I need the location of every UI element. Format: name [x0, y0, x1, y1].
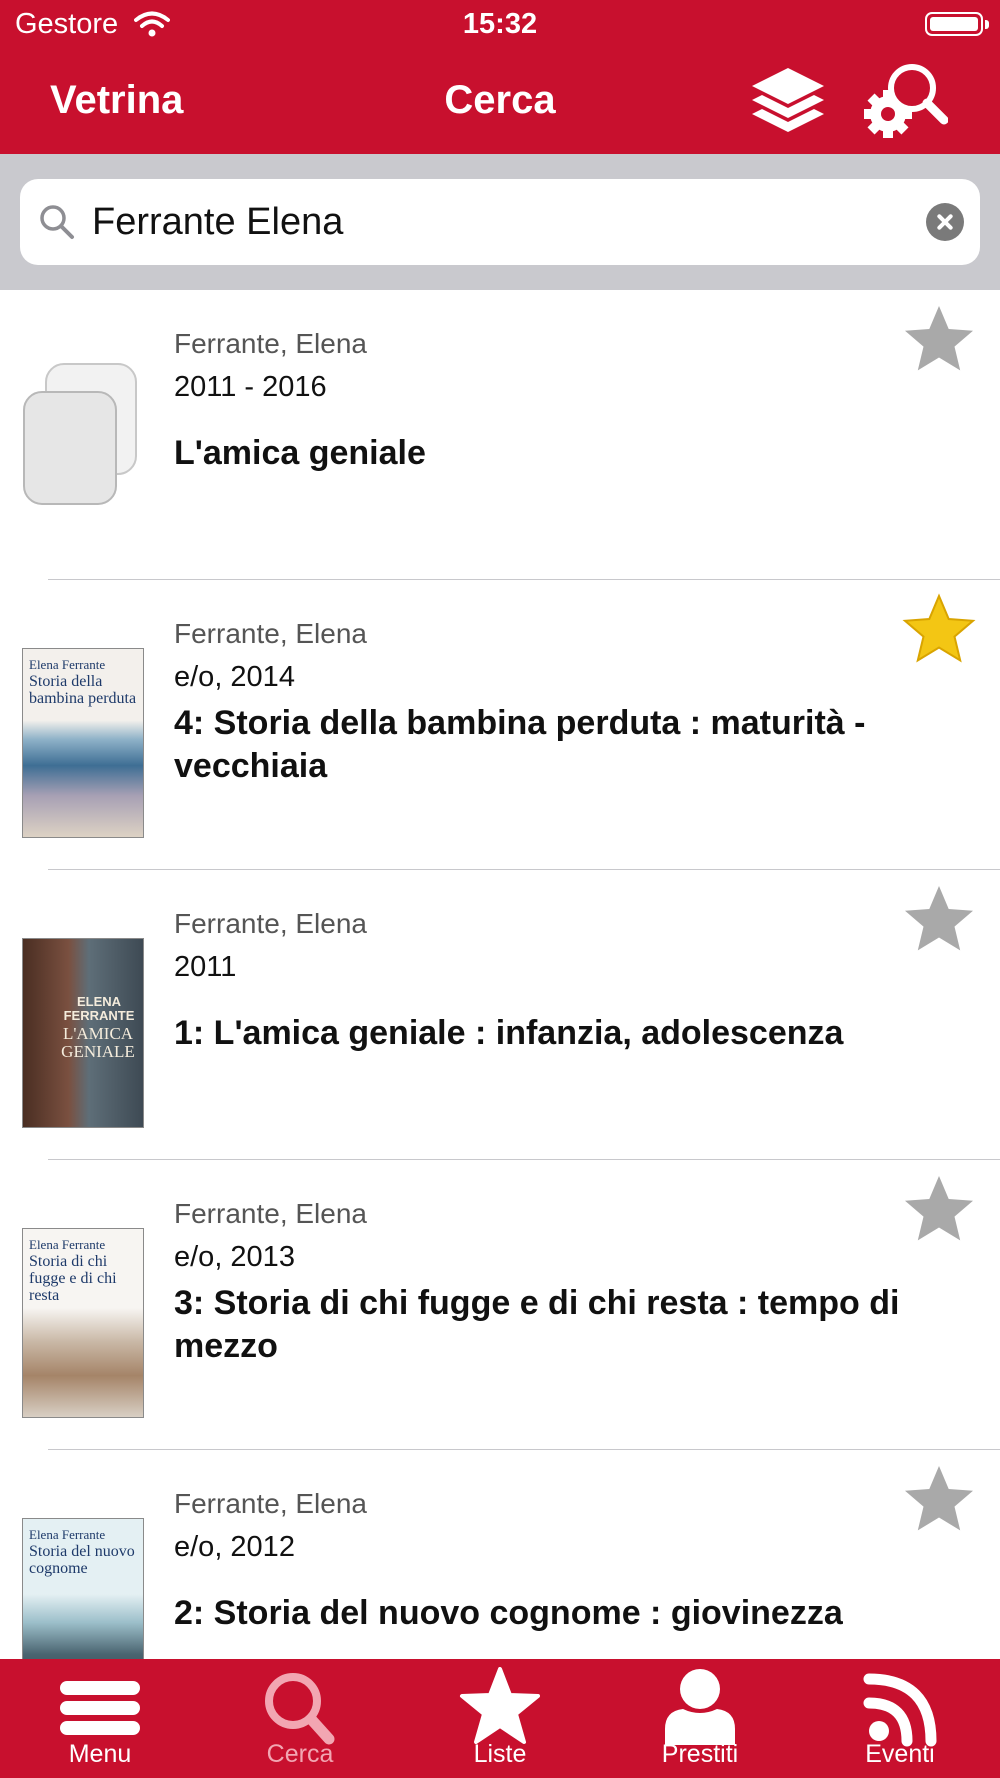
navigation-bar: Vetrina Cerca: [0, 50, 1000, 154]
status-bar: Gestore 15:32: [0, 0, 1000, 50]
result-author: Ferrante, Elena: [174, 1198, 367, 1229]
tab-label: Liste: [473, 1740, 527, 1768]
tab-liste[interactable]: Liste: [400, 1659, 600, 1778]
favorite-star-icon[interactable]: [900, 882, 978, 960]
tab-bar: Menu Cerca Liste Prestiti Eventi: [0, 1659, 1000, 1778]
result-title: 4: Storia della bambina perduta : maturi…: [174, 704, 866, 785]
search-field[interactable]: Ferrante Elena: [20, 179, 980, 265]
result-author: Ferrante, Elena: [174, 328, 367, 359]
favorite-star-icon[interactable]: [900, 302, 978, 380]
tab-label: Cerca: [266, 1740, 334, 1768]
result-publication: 2011: [174, 951, 237, 983]
result-author: Ferrante, Elena: [174, 1488, 367, 1519]
list-item[interactable]: Elena Ferrante Storia del nuovo cognome …: [0, 1450, 1000, 1659]
search-bar: Ferrante Elena: [0, 154, 1000, 290]
tab-cerca[interactable]: Cerca: [200, 1659, 400, 1778]
gear-search-icon[interactable]: [862, 60, 948, 146]
result-author: Ferrante, Elena: [174, 618, 367, 649]
result-publication: e/o, 2014: [174, 661, 295, 693]
battery-icon: [925, 12, 989, 36]
result-title: 3: Storia di chi fugge e di chi resta : …: [174, 1284, 900, 1365]
result-publication: e/o, 2012: [174, 1531, 295, 1563]
list-item[interactable]: ELENA FERRANTE L'AMICA GENIALE Ferrante,…: [0, 870, 1000, 1160]
tab-label: Eventi: [865, 1740, 935, 1768]
menu-icon: [60, 1681, 140, 1735]
rss-icon: [863, 1673, 937, 1747]
clear-icon[interactable]: [926, 203, 964, 241]
list-item[interactable]: Elena Ferrante Storia della bambina perd…: [0, 580, 1000, 870]
page-title: Cerca: [444, 78, 556, 122]
search-input[interactable]: Ferrante Elena: [92, 201, 343, 244]
favorite-star-icon[interactable]: [900, 1172, 978, 1250]
book-cover: ELENA FERRANTE L'AMICA GENIALE: [22, 938, 144, 1128]
person-icon: [665, 1669, 735, 1745]
tab-menu[interactable]: Menu: [0, 1659, 200, 1778]
result-title: L'amica geniale: [174, 434, 426, 472]
star-icon: [460, 1667, 540, 1744]
list-item[interactable]: Ferrante, Elena 2011 - 2016 L'amica geni…: [0, 290, 1000, 580]
result-title: 1: L'amica geniale : infanzia, adolescen…: [174, 1014, 844, 1052]
tab-eventi[interactable]: Eventi: [800, 1659, 1000, 1778]
search-icon: [265, 1673, 335, 1745]
tab-prestiti[interactable]: Prestiti: [600, 1659, 800, 1778]
favorite-star-icon[interactable]: [900, 592, 978, 670]
result-publication: e/o, 2013: [174, 1241, 295, 1273]
book-cover: Elena Ferrante Storia della bambina perd…: [22, 648, 144, 838]
result-title: 2: Storia del nuovo cognome : giovinezza: [174, 1594, 843, 1632]
tab-label: Menu: [68, 1740, 132, 1768]
book-cover: Elena Ferrante Storia del nuovo cognome: [22, 1518, 144, 1659]
search-icon: [40, 205, 74, 239]
document-placeholder-icon: [23, 363, 137, 505]
list-item[interactable]: Elena Ferrante Storia di chi fugge e di …: [0, 1160, 1000, 1450]
result-publication: 2011 - 2016: [174, 371, 327, 403]
result-author: Ferrante, Elena: [174, 908, 367, 939]
favorite-star-icon[interactable]: [900, 1462, 978, 1540]
layers-icon[interactable]: [748, 62, 828, 142]
book-cover: Elena Ferrante Storia di chi fugge e di …: [22, 1228, 144, 1418]
tab-label: Prestiti: [661, 1740, 739, 1768]
results-list: Ferrante, Elena 2011 - 2016 L'amica geni…: [0, 290, 1000, 1659]
clock: 15:32: [462, 8, 538, 40]
